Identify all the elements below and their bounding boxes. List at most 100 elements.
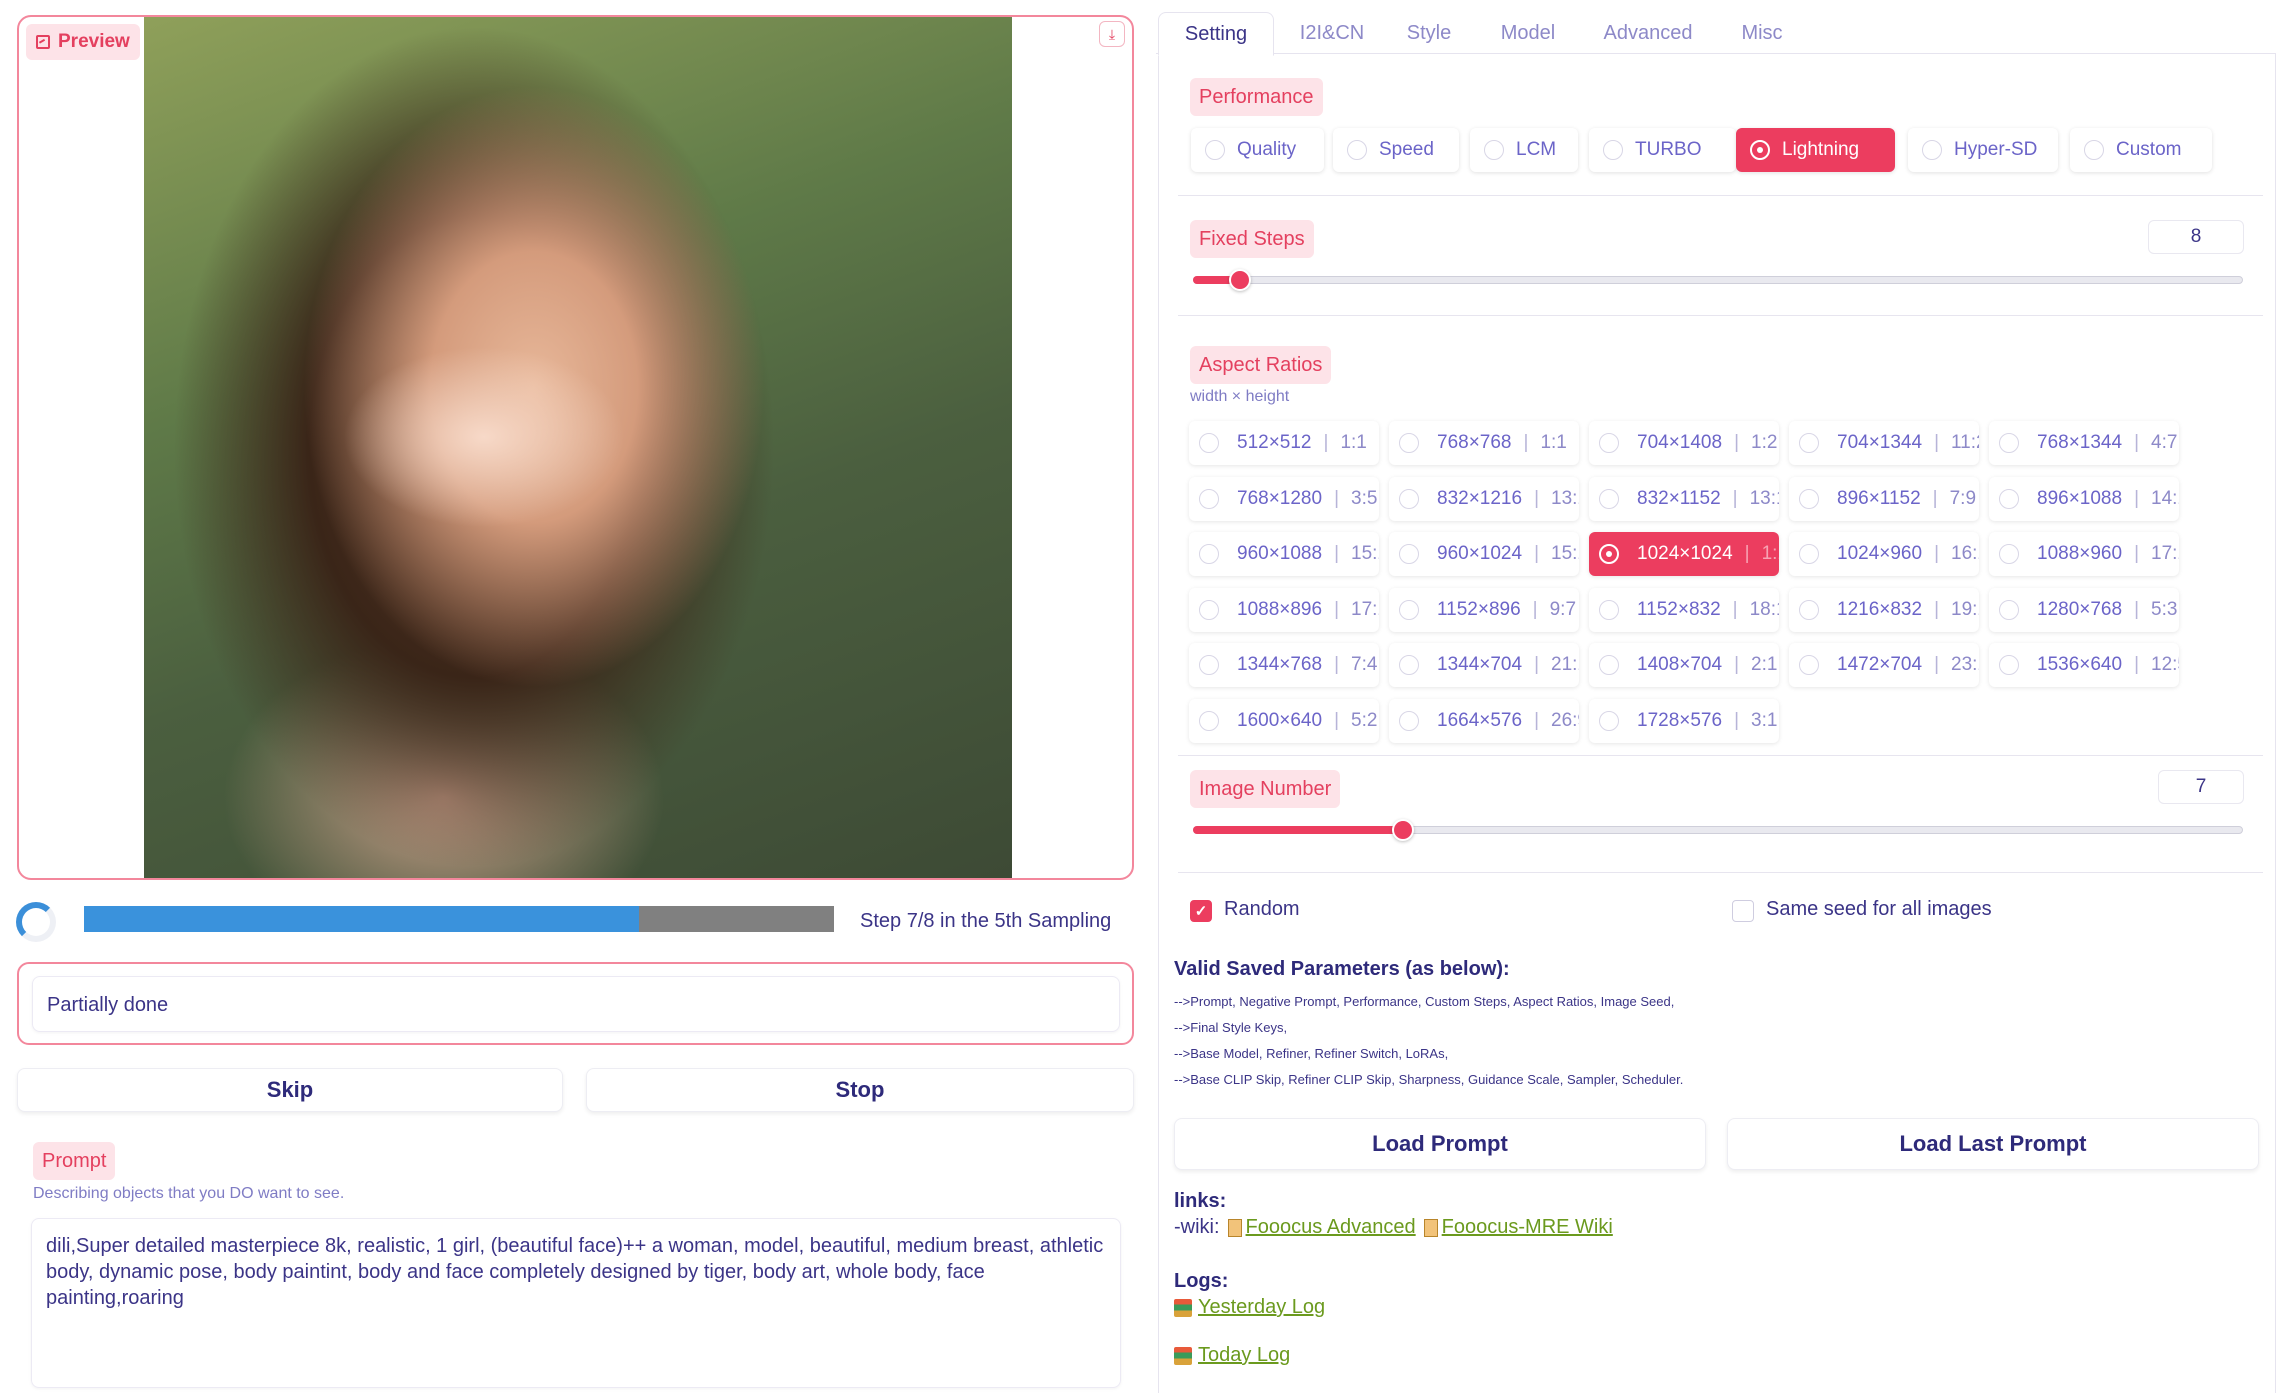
aspect-ratio-option[interactable]: 832×1216 | 13:19: [1389, 477, 1579, 521]
random-checkbox[interactable]: ✓: [1190, 900, 1212, 922]
load-prompt-button[interactable]: Load Prompt: [1174, 1118, 1706, 1170]
today-log-row: Today Log: [1174, 1344, 1290, 1367]
aspect-ratio-option[interactable]: 1344×704 | 21:11: [1389, 643, 1579, 687]
fooocus-advanced-link[interactable]: Fooocus Advanced: [1246, 1216, 1416, 1239]
aspect-ratio-option[interactable]: 1280×768 | 5:3: [1989, 588, 2179, 632]
aspect-ratio-option[interactable]: 1728×576 | 3:1: [1589, 699, 1779, 743]
aspect-ratio-option[interactable]: 1472×704 | 23:11: [1789, 643, 1979, 687]
tab-model[interactable]: Model: [1482, 12, 1574, 54]
tab-style[interactable]: Style: [1386, 12, 1472, 54]
aspect-ratio-option[interactable]: 832×1152 | 13:18: [1589, 477, 1779, 521]
aspect-ratio-size: 832×1216: [1437, 488, 1523, 509]
progress-bar-fill: [84, 906, 639, 932]
aspect-ratio-option[interactable]: 1664×576 | 26:9: [1389, 699, 1579, 743]
aspect-ratio-option[interactable]: 1216×832 | 19:13: [1789, 588, 1979, 632]
load-last-prompt-button[interactable]: Load Last Prompt: [1727, 1118, 2259, 1170]
aspect-ratio-size: 1088×896: [1237, 599, 1323, 620]
same-seed-label: Same seed for all images: [1766, 898, 1992, 920]
aspect-ratio-option[interactable]: 704×1408 | 1:2: [1589, 421, 1779, 465]
performance-custom[interactable]: Custom: [2070, 128, 2212, 172]
aspect-ratio-ratio: 12:5: [2151, 654, 2179, 675]
aspect-ratio-ratio: 26:9: [1551, 710, 1579, 731]
stop-button[interactable]: Stop: [586, 1068, 1134, 1112]
prompt-textarea[interactable]: dili,Super detailed masterpiece 8k, real…: [31, 1218, 1121, 1388]
aspect-ratio-size: 1600×640: [1237, 710, 1323, 731]
aspect-ratio-separator: |: [1334, 599, 1340, 620]
aspect-ratio-option[interactable]: 1408×704 | 2:1: [1589, 643, 1779, 687]
image-number-slider-handle[interactable]: [1392, 819, 1414, 841]
fixed-steps-slider[interactable]: [1193, 276, 2243, 284]
aspect-ratio-option[interactable]: 896×1152 | 7:9: [1789, 477, 1979, 521]
image-number-input[interactable]: 7: [2158, 770, 2244, 804]
radio-icon: [1603, 140, 1623, 160]
aspect-ratio-option[interactable]: 704×1344 | 11:21: [1789, 421, 1979, 465]
radio-icon: [1199, 489, 1219, 509]
aspect-ratio-option[interactable]: 1024×1024 | 1:1: [1589, 532, 1779, 576]
aspect-ratio-size: 768×1344: [2037, 432, 2123, 453]
radio-icon: [1399, 433, 1419, 453]
tab-advanced[interactable]: Advanced: [1588, 12, 1708, 54]
download-icon[interactable]: ⤓: [1099, 21, 1125, 47]
yesterday-log-link[interactable]: Yesterday Log: [1198, 1296, 1325, 1319]
tab-misc[interactable]: Misc: [1722, 12, 1802, 54]
aspect-ratio-separator: |: [1732, 488, 1738, 509]
performance-hyper-sd[interactable]: Hyper-SD: [1908, 128, 2058, 172]
aspect-ratio-option[interactable]: 1088×896 | 17:14: [1189, 588, 1379, 632]
aspect-ratio-ratio: 23:11: [1951, 654, 1979, 675]
tab-setting[interactable]: Setting: [1158, 12, 1274, 56]
aspect-ratio-option[interactable]: 1152×896 | 9:7: [1389, 588, 1579, 632]
radio-icon: [1399, 489, 1419, 509]
aspect-ratio-separator: |: [2134, 488, 2140, 509]
aspect-ratio-option[interactable]: 1536×640 | 12:5: [1989, 643, 2179, 687]
aspect-ratio-separator: |: [1734, 654, 1740, 675]
aspect-ratio-option[interactable]: 768×768 | 1:1: [1389, 421, 1579, 465]
valid-params-line: -->Final Style Keys,: [1174, 1020, 1288, 1035]
tab-i2i-cn[interactable]: I2I&CN: [1282, 12, 1382, 54]
aspect-ratio-separator: |: [2134, 654, 2140, 675]
aspect-ratio-ratio: 15:16: [1551, 543, 1579, 564]
radio-icon: [1999, 544, 2019, 564]
fixed-steps-slider-handle[interactable]: [1229, 269, 1251, 291]
aspect-ratio-separator: |: [1334, 710, 1340, 731]
radio-selected-icon: [1599, 544, 1619, 564]
radio-selected-icon: [1750, 140, 1770, 160]
aspect-ratio-option[interactable]: 1152×832 | 18:13: [1589, 588, 1779, 632]
fooocus-mre-wiki-link[interactable]: Fooocus-MRE Wiki: [1442, 1216, 1613, 1239]
aspect-ratio-option[interactable]: 768×1280 | 3:5: [1189, 477, 1379, 521]
divider: [1178, 315, 2263, 316]
skip-button[interactable]: Skip: [17, 1068, 563, 1112]
aspect-ratio-ratio: 1:1: [1761, 543, 1779, 564]
performance-speed[interactable]: Speed: [1333, 128, 1459, 172]
same-seed-checkbox[interactable]: [1732, 900, 1754, 922]
log-book-icon: [1174, 1298, 1192, 1317]
aspect-ratio-ratio: 14:17: [2151, 488, 2179, 509]
divider: [1178, 872, 2263, 873]
performance-lightning[interactable]: Lightning: [1736, 128, 1895, 172]
aspect-ratio-option[interactable]: 1024×960 | 16:15: [1789, 532, 1979, 576]
fixed-steps-input[interactable]: 8: [2148, 220, 2244, 254]
performance-quality[interactable]: Quality: [1191, 128, 1324, 172]
radio-icon: [1999, 489, 2019, 509]
aspect-ratio-size: 1472×704: [1837, 654, 1923, 675]
aspect-ratio-option[interactable]: 960×1024 | 15:16: [1389, 532, 1579, 576]
today-log-link[interactable]: Today Log: [1198, 1344, 1290, 1367]
performance-lcm[interactable]: LCM: [1470, 128, 1578, 172]
radio-icon: [1599, 600, 1619, 620]
valid-params-title: Valid Saved Parameters (as below):: [1174, 958, 1510, 980]
aspect-ratio-option[interactable]: 768×1344 | 4:7: [1989, 421, 2179, 465]
log-book-icon: [1174, 1346, 1192, 1365]
aspect-ratio-ratio: 13:19: [1551, 488, 1579, 509]
aspect-ratio-option[interactable]: 1600×640 | 5:2: [1189, 699, 1379, 743]
aspect-ratio-ratio: 16:15: [1951, 543, 1979, 564]
performance-turbo[interactable]: TURBO: [1589, 128, 1736, 172]
aspect-ratio-option[interactable]: 1088×960 | 17:15: [1989, 532, 2179, 576]
aspect-ratio-option[interactable]: 1344×768 | 7:4: [1189, 643, 1379, 687]
valid-params-line: -->Base Model, Refiner, Refiner Switch, …: [1174, 1046, 1449, 1061]
aspect-ratio-ratio: 2:1: [1751, 654, 1778, 675]
aspect-ratio-size: 1344×768: [1237, 654, 1323, 675]
aspect-ratio-option[interactable]: 960×1088 | 15:17: [1189, 532, 1379, 576]
aspect-ratio-option[interactable]: 512×512 | 1:1: [1189, 421, 1379, 465]
aspect-ratio-option[interactable]: 896×1088 | 14:17: [1989, 477, 2179, 521]
progress-text: Step 7/8 in the 5th Sampling: [860, 910, 1112, 932]
divider: [1178, 755, 2263, 756]
